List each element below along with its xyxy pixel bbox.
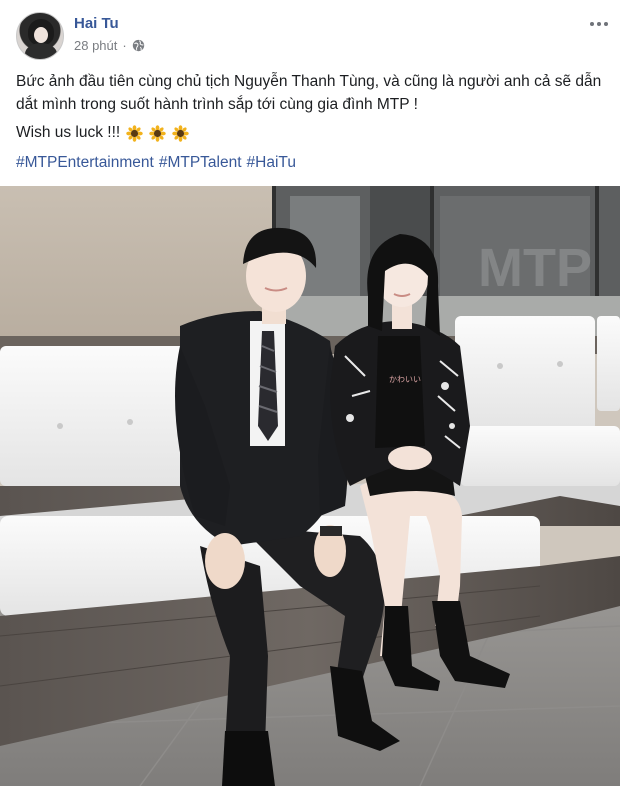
post-meta: 28 phút · bbox=[74, 38, 145, 53]
hashtags: #MTPEntertainment #MTPTalent #HaiTu bbox=[16, 152, 296, 174]
author-avatar[interactable] bbox=[16, 12, 64, 60]
photo-illustration: MTP かわいい bbox=[0, 186, 620, 786]
sunflower-icon bbox=[149, 124, 166, 142]
hashtag-link[interactable]: #MTPTalent bbox=[159, 152, 242, 174]
post-time[interactable]: 28 phút bbox=[74, 38, 117, 53]
post-text: Bức ảnh đầu tiên cùng chủ tịch Nguyễn Th… bbox=[16, 73, 602, 113]
sunflower-icon bbox=[172, 124, 189, 142]
facebook-post: Hai Tu 28 phút · Bức ảnh đầu tiên cùng c… bbox=[0, 0, 620, 786]
post-text-line2: Wish us luck !!! bbox=[16, 122, 189, 144]
wish-text: Wish us luck !!! bbox=[16, 124, 121, 141]
svg-text:MTP: MTP bbox=[478, 238, 592, 298]
hashtag-link[interactable]: #HaiTu bbox=[247, 152, 296, 174]
globe-icon[interactable] bbox=[132, 39, 145, 52]
hashtag-link[interactable]: #MTPEntertainment bbox=[16, 152, 154, 174]
sunflower-icon bbox=[126, 124, 143, 142]
more-options-icon[interactable] bbox=[586, 14, 612, 34]
author-name[interactable]: Hai Tu bbox=[74, 15, 119, 32]
post-photo[interactable]: MTP かわいい bbox=[0, 186, 620, 786]
shirt-text: かわいい bbox=[389, 375, 421, 384]
post-header: Hai Tu 28 phút · bbox=[0, 0, 620, 64]
